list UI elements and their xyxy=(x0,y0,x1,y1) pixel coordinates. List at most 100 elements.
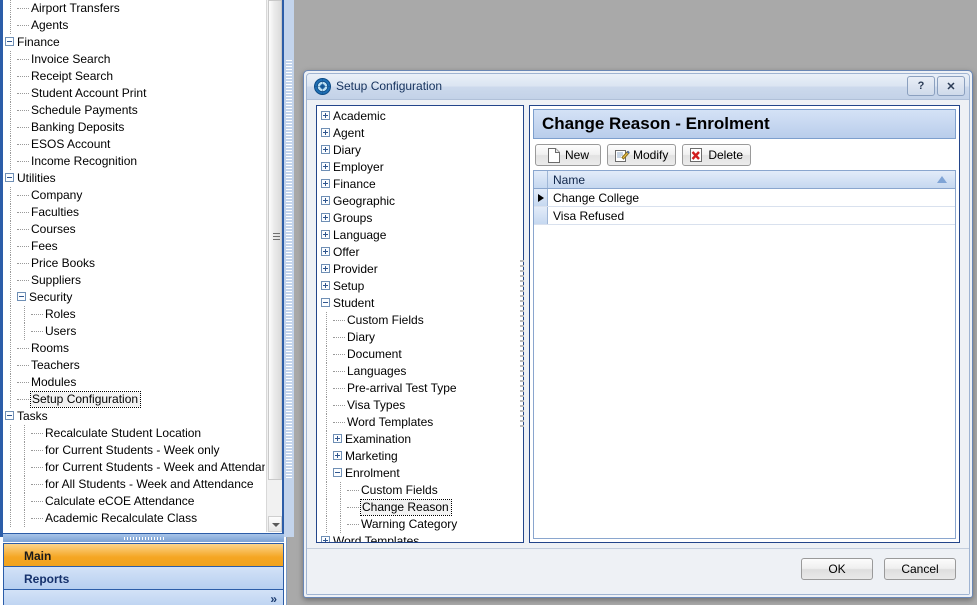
expand-plus-icon[interactable] xyxy=(321,536,330,542)
tree-node[interactable]: Offer xyxy=(319,244,523,261)
dialog-titlebar[interactable]: Setup Configuration ? ✕ xyxy=(307,74,969,100)
tree-node[interactable]: Teachers xyxy=(3,357,265,374)
tree-node[interactable]: Employer xyxy=(319,159,523,176)
expand-plus-icon[interactable] xyxy=(321,230,330,240)
close-icon[interactable]: ✕ xyxy=(937,76,965,96)
tree-node[interactable]: Invoice Search xyxy=(3,51,265,68)
delete-button[interactable]: Delete xyxy=(682,144,752,166)
tree-node[interactable]: Fees xyxy=(3,238,265,255)
tree-node[interactable]: Airport Transfers xyxy=(3,0,265,17)
table-row[interactable]: Change College xyxy=(534,189,955,207)
scroll-down-arrow-icon[interactable] xyxy=(268,516,282,532)
navigation-scrollbar-thumb[interactable] xyxy=(268,0,282,480)
tree-node[interactable]: Suppliers xyxy=(3,272,265,289)
tree-node[interactable]: Marketing xyxy=(319,448,523,465)
tree-node[interactable]: Finance xyxy=(3,34,265,51)
tree-node[interactable]: Pre-arrival Test Type xyxy=(319,380,523,397)
collapse-minus-icon[interactable] xyxy=(5,173,14,183)
navigation-pane-gripper[interactable] xyxy=(284,0,294,537)
expand-plus-icon[interactable] xyxy=(333,434,342,444)
expand-plus-icon[interactable] xyxy=(321,111,330,121)
collapse-minus-icon[interactable] xyxy=(17,292,26,302)
modify-button[interactable]: Modify xyxy=(607,144,677,166)
tree-node[interactable]: Banking Deposits xyxy=(3,119,265,136)
tree-node[interactable]: Users xyxy=(3,323,265,340)
navigation-scrollbar[interactable] xyxy=(266,0,282,532)
tree-node[interactable]: Setup Configuration xyxy=(3,391,265,408)
configuration-tree-scrollbar[interactable] xyxy=(519,260,527,430)
tree-node[interactable]: Enrolment xyxy=(319,465,523,482)
tree-node[interactable]: Custom Fields xyxy=(319,482,523,499)
tree-node[interactable]: Faculties xyxy=(3,204,265,221)
expand-plus-icon[interactable] xyxy=(321,281,330,291)
navigation-tree[interactable]: Airport Transfers Agents Finance Invoice Se… xyxy=(3,0,265,532)
tree-node[interactable]: Recalculate Student Location xyxy=(3,425,265,442)
tree-node[interactable]: Word Templates xyxy=(319,414,523,431)
tree-node[interactable]: Academic Recalculate Class xyxy=(3,510,265,527)
tree-node[interactable]: Examination xyxy=(319,431,523,448)
navigation-splitter[interactable] xyxy=(3,533,284,542)
expand-plus-icon[interactable] xyxy=(321,162,330,172)
tree-node[interactable]: Utilities xyxy=(3,170,265,187)
chevron-double-right-icon[interactable]: » xyxy=(270,592,277,605)
tree-node[interactable]: Diary xyxy=(319,142,523,159)
expand-plus-icon[interactable] xyxy=(321,145,330,155)
tree-node[interactable]: ESOS Account xyxy=(3,136,265,153)
tree-node[interactable]: Calculate eCOE Attendance xyxy=(3,493,265,510)
expand-plus-icon[interactable] xyxy=(333,451,342,461)
tree-node[interactable]: Finance xyxy=(319,176,523,193)
cancel-button[interactable]: Cancel xyxy=(884,558,956,580)
tree-node[interactable]: Diary xyxy=(319,329,523,346)
tree-node[interactable]: Agents xyxy=(3,17,265,34)
tree-node[interactable]: Document xyxy=(319,346,523,363)
tree-node[interactable]: Rooms xyxy=(3,340,265,357)
tree-node[interactable]: Roles xyxy=(3,306,265,323)
expand-plus-icon[interactable] xyxy=(321,196,330,206)
collapse-minus-icon[interactable] xyxy=(5,37,14,47)
expand-plus-icon[interactable] xyxy=(321,247,330,257)
tree-node[interactable]: for Current Students - Week only xyxy=(3,442,265,459)
tree-node[interactable]: Language xyxy=(319,227,523,244)
new-button[interactable]: New xyxy=(535,144,601,166)
tree-node[interactable]: Tasks xyxy=(3,408,265,425)
expand-plus-icon[interactable] xyxy=(321,264,330,274)
tree-node[interactable]: Provider xyxy=(319,261,523,278)
expand-plus-icon[interactable] xyxy=(321,128,330,138)
navbar-group-label: Main xyxy=(24,549,52,563)
collapse-minus-icon[interactable] xyxy=(5,411,14,421)
tree-node[interactable]: Courses xyxy=(3,221,265,238)
tree-node[interactable]: Modules xyxy=(3,374,265,391)
configuration-tree[interactable]: Academic Agent Diary Employer Finance Geograp… xyxy=(316,105,524,543)
tree-node[interactable]: Price Books xyxy=(3,255,265,272)
tree-node[interactable]: for All Students - Week and Attendance xyxy=(3,476,265,493)
tree-node[interactable]: Setup xyxy=(319,278,523,295)
tree-node[interactable]: Income Recognition xyxy=(3,153,265,170)
tree-node[interactable]: Languages xyxy=(319,363,523,380)
tree-node[interactable]: for Current Students - Week and Attendan… xyxy=(3,459,265,476)
collapse-minus-icon[interactable] xyxy=(321,298,330,308)
table-row[interactable]: Visa Refused xyxy=(534,207,955,225)
tree-node[interactable]: Change Reason xyxy=(319,499,523,516)
tree-node[interactable]: Student Account Print xyxy=(3,85,265,102)
tree-node[interactable]: Company xyxy=(3,187,265,204)
tree-node[interactable]: Academic xyxy=(319,108,523,125)
items-grid[interactable]: Name Change College Visa Refused xyxy=(533,170,956,539)
tree-node[interactable]: Schedule Payments xyxy=(3,102,265,119)
grid-column-header-name[interactable]: Name xyxy=(548,171,955,188)
tree-node[interactable]: Student xyxy=(319,295,523,312)
help-button[interactable]: ? xyxy=(907,76,935,96)
tree-node[interactable]: Visa Types xyxy=(319,397,523,414)
tree-node[interactable]: Groups xyxy=(319,210,523,227)
collapse-minus-icon[interactable] xyxy=(333,468,342,478)
tree-node[interactable]: Receipt Search xyxy=(3,68,265,85)
tree-node[interactable]: Agent xyxy=(319,125,523,142)
tree-node[interactable]: Custom Fields xyxy=(319,312,523,329)
expand-plus-icon[interactable] xyxy=(321,213,330,223)
ok-button[interactable]: OK xyxy=(801,558,873,580)
tree-node[interactable]: Geographic xyxy=(319,193,523,210)
tree-node[interactable]: Warning Category xyxy=(319,516,523,533)
navbar-group-overflow[interactable]: » xyxy=(3,589,284,605)
tree-node[interactable]: Security xyxy=(3,289,265,306)
expand-plus-icon[interactable] xyxy=(321,179,330,189)
tree-node[interactable]: Word Templates xyxy=(319,533,523,542)
